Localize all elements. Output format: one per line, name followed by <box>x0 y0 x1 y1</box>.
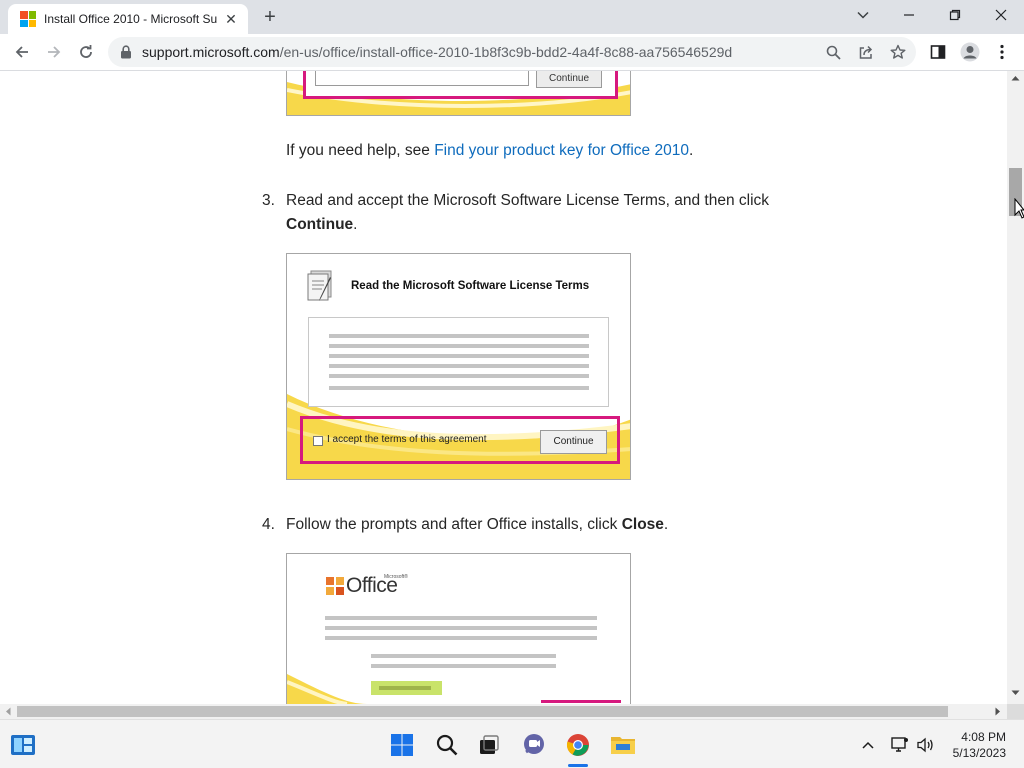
step-4-bold: Close <box>621 516 664 533</box>
forward-button[interactable] <box>40 38 68 66</box>
page-content: Continue If you need help, see Find your… <box>0 71 1007 704</box>
browser-tab-active[interactable]: Install Office 2010 - Microsoft Su ✕ <box>8 4 248 34</box>
file-explorer-icon[interactable] <box>608 730 638 760</box>
url-text[interactable]: support.microsoft.com/en-us/office/insta… <box>142 44 732 60</box>
close-window-button[interactable] <box>978 0 1024 30</box>
license-terms-screenshot: Read the Microsoft Software License Term… <box>286 253 631 480</box>
reload-button[interactable] <box>72 38 100 66</box>
show-hidden-icons-chevron-icon[interactable] <box>855 730 881 760</box>
scroll-down-icon <box>1011 690 1020 695</box>
scrollbar-corner <box>1007 704 1024 719</box>
product-key-screenshot: Continue <box>286 71 631 116</box>
browser-toolbar: support.microsoft.com/en-us/office/insta… <box>0 34 1024 71</box>
progress-bar-image <box>371 681 442 695</box>
restore-button[interactable] <box>932 0 978 30</box>
clock-date: 5/13/2023 <box>952 746 1006 760</box>
zoom-search-icon[interactable] <box>823 42 843 62</box>
highlight-box <box>541 700 621 703</box>
side-panel-icon <box>930 45 946 59</box>
chrome-active-indicator <box>568 764 588 767</box>
tab-close-icon[interactable]: ✕ <box>222 10 240 28</box>
taskbar: 4:08 PM 5/13/2023 <box>0 719 1024 768</box>
step-3-text-after: . <box>353 216 358 233</box>
address-bar[interactable]: support.microsoft.com/en-us/office/insta… <box>108 37 916 67</box>
lock-icon <box>121 45 131 59</box>
url-path: /en-us/office/install-office-2010-1b8f3c… <box>279 44 733 60</box>
start-windows-icon[interactable] <box>387 730 417 760</box>
volume-icon[interactable] <box>912 730 938 760</box>
mouse-cursor-icon <box>1014 198 1024 219</box>
task-view-icon[interactable] <box>474 730 504 760</box>
profile-icon <box>960 42 980 62</box>
browser-menu-button[interactable] <box>988 38 1016 66</box>
step-4-text: Follow the prompts and after Office inst… <box>286 513 796 537</box>
license-text-box <box>308 317 609 407</box>
scroll-left-icon <box>6 707 11 716</box>
vertical-scrollbar[interactable] <box>1007 71 1024 704</box>
document-pencil-icon <box>307 270 332 301</box>
step-3-number: 3. <box>262 192 275 209</box>
accept-terms-checkbox-image <box>313 436 323 446</box>
microsoft-logo-icon <box>20 11 36 27</box>
back-button[interactable] <box>8 38 36 66</box>
side-panel-button[interactable] <box>924 38 952 66</box>
step-4-text-before: Follow the prompts and after Office inst… <box>286 516 622 533</box>
help-suffix: . <box>688 142 694 159</box>
step-3-text: Read and accept the Microsoft Software L… <box>286 189 796 237</box>
product-key-help-link[interactable]: Find your product key for Office 2010 <box>434 142 689 159</box>
help-prefix: If you need help, see <box>286 142 435 159</box>
teams-chat-icon[interactable] <box>519 730 549 760</box>
product-key-input <box>315 71 529 86</box>
accept-terms-label: I accept the terms of this agreement <box>327 434 487 445</box>
continue-button-image: Continue <box>536 71 602 88</box>
reload-icon <box>80 45 92 58</box>
office-logo-icon <box>326 577 344 595</box>
search-icon[interactable] <box>432 730 462 760</box>
more-vertical-icon <box>1000 44 1004 60</box>
forward-arrow-icon <box>48 46 61 58</box>
clock-time: 4:08 PM <box>961 730 1006 744</box>
scroll-right-icon <box>995 707 1000 716</box>
back-arrow-icon <box>15 46 28 58</box>
chrome-icon[interactable] <box>563 730 593 760</box>
bookmark-star-icon[interactable] <box>888 42 908 62</box>
network-icon[interactable] <box>888 730 912 760</box>
tab-strip: Install Office 2010 - Microsoft Su ✕ + <box>0 0 1024 34</box>
tab-search-chevron-icon[interactable] <box>840 0 886 30</box>
step-4-text-after: . <box>663 516 669 533</box>
office-install-screenshot: Microsoft® Office <box>286 553 631 704</box>
continue-button-image: Continue <box>540 430 607 454</box>
step-4-number: 4. <box>262 516 275 533</box>
horizontal-scroll-thumb[interactable] <box>17 706 948 717</box>
scroll-up-icon <box>1011 76 1020 81</box>
url-host: support.microsoft.com <box>142 44 280 60</box>
share-icon[interactable] <box>856 42 876 62</box>
tab-title: Install Office 2010 - Microsoft Su <box>44 12 218 26</box>
taskbar-clock[interactable]: 4:08 PM 5/13/2023 <box>953 729 1006 761</box>
new-tab-button[interactable]: + <box>258 6 282 30</box>
profile-avatar[interactable] <box>956 38 984 66</box>
help-paragraph: If you need help, see Find your product … <box>286 139 806 163</box>
widgets-icon[interactable] <box>8 730 38 760</box>
step-3-bold: Continue <box>286 216 354 233</box>
office-logo-text: Office <box>346 574 398 597</box>
license-dialog-title: Read the Microsoft Software License Term… <box>351 280 590 292</box>
minimize-button[interactable] <box>886 0 932 30</box>
horizontal-scrollbar[interactable] <box>0 704 1007 719</box>
step-3-text-before: Read and accept the Microsoft Software L… <box>286 192 770 209</box>
